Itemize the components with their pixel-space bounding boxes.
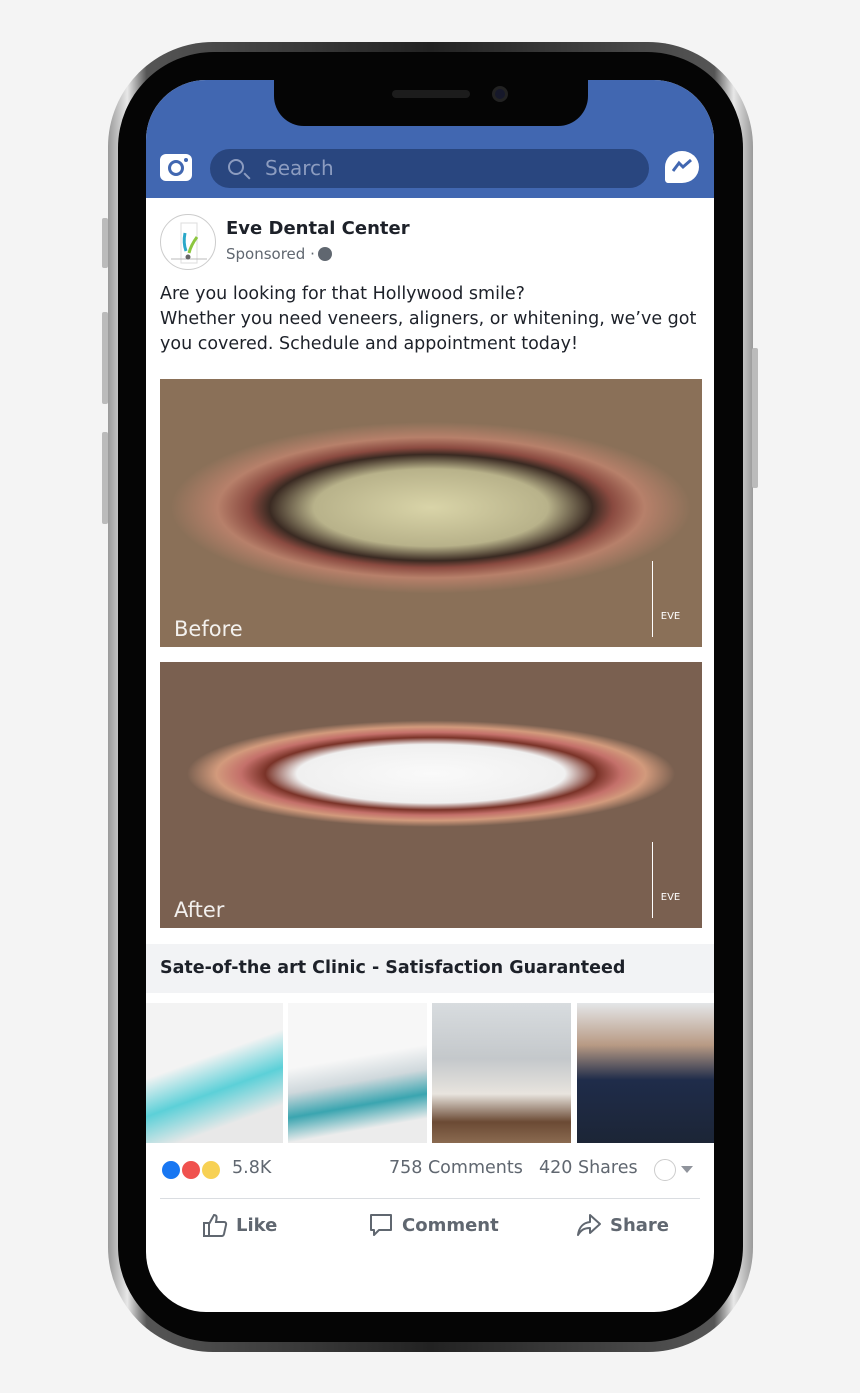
post-stats: 5.8K 758 Comments 420 Shares [160,1158,700,1186]
volume-up-button [102,312,108,404]
like-reaction-icon [160,1159,182,1181]
logo-watermark: EVE [652,842,688,918]
like-label: Like [236,1214,278,1236]
search-icon [228,159,244,175]
comment-icon [370,1214,392,1236]
thumbs-up-icon [203,1213,228,1237]
caret-down-icon[interactable] [681,1166,693,1179]
reactions-count[interactable]: 5.8K [232,1158,271,1178]
team-thumbnail[interactable] [577,1003,714,1143]
search-input[interactable]: Search [210,149,649,188]
post-text-line: Whether you need veneers, aligners, or w… [160,309,697,354]
notch [274,80,588,126]
share-button[interactable]: Share [576,1212,669,1238]
clinic-thumbnail[interactable] [432,1003,571,1143]
after-photo[interactable]: After EVE [160,662,702,928]
love-reaction-icon [180,1159,202,1181]
page-avatar-small[interactable] [654,1159,676,1181]
photo-label: After [174,898,225,922]
share-icon [577,1214,601,1236]
sponsored-label: Sponsored [226,245,306,263]
comment-label: Comment [402,1214,499,1236]
wow-reaction-icon [200,1159,222,1181]
post-text: Are you looking for that Hollywood smile… [160,282,700,357]
speaker [392,90,470,98]
front-camera [492,86,508,102]
like-button[interactable]: Like [202,1212,277,1238]
globe-icon [317,247,332,261]
volume-down-button [102,432,108,524]
clinic-thumbnail[interactable] [146,1003,283,1143]
clinic-thumbnail[interactable] [288,1003,427,1143]
mute-switch [102,218,108,268]
camera-icon[interactable] [160,154,192,181]
post-text-line: Are you looking for that Hollywood smile… [160,284,525,304]
photo-label: Before [174,617,243,641]
screen: Search Eve Dental Center Sponsored · Are… [146,80,714,1312]
messenger-icon[interactable] [665,151,699,183]
divider [160,1198,700,1199]
separator: · [310,245,315,263]
page-name[interactable]: Eve Dental Center [226,218,410,239]
logo-watermark: EVE [652,561,688,637]
power-button [752,348,758,488]
shares-count[interactable]: 420 Shares [539,1158,638,1178]
search-placeholder: Search [265,156,334,180]
comments-count[interactable]: 758 Comments [389,1158,523,1178]
post-meta: Sponsored · [226,245,332,263]
before-photo[interactable]: Before EVE [160,379,702,647]
comment-button[interactable]: Comment [368,1212,499,1238]
page-avatar[interactable] [160,214,216,270]
share-label: Share [610,1214,670,1236]
post-caption[interactable]: Sate-of-the art Clinic - Satisfaction Gu… [146,944,714,993]
